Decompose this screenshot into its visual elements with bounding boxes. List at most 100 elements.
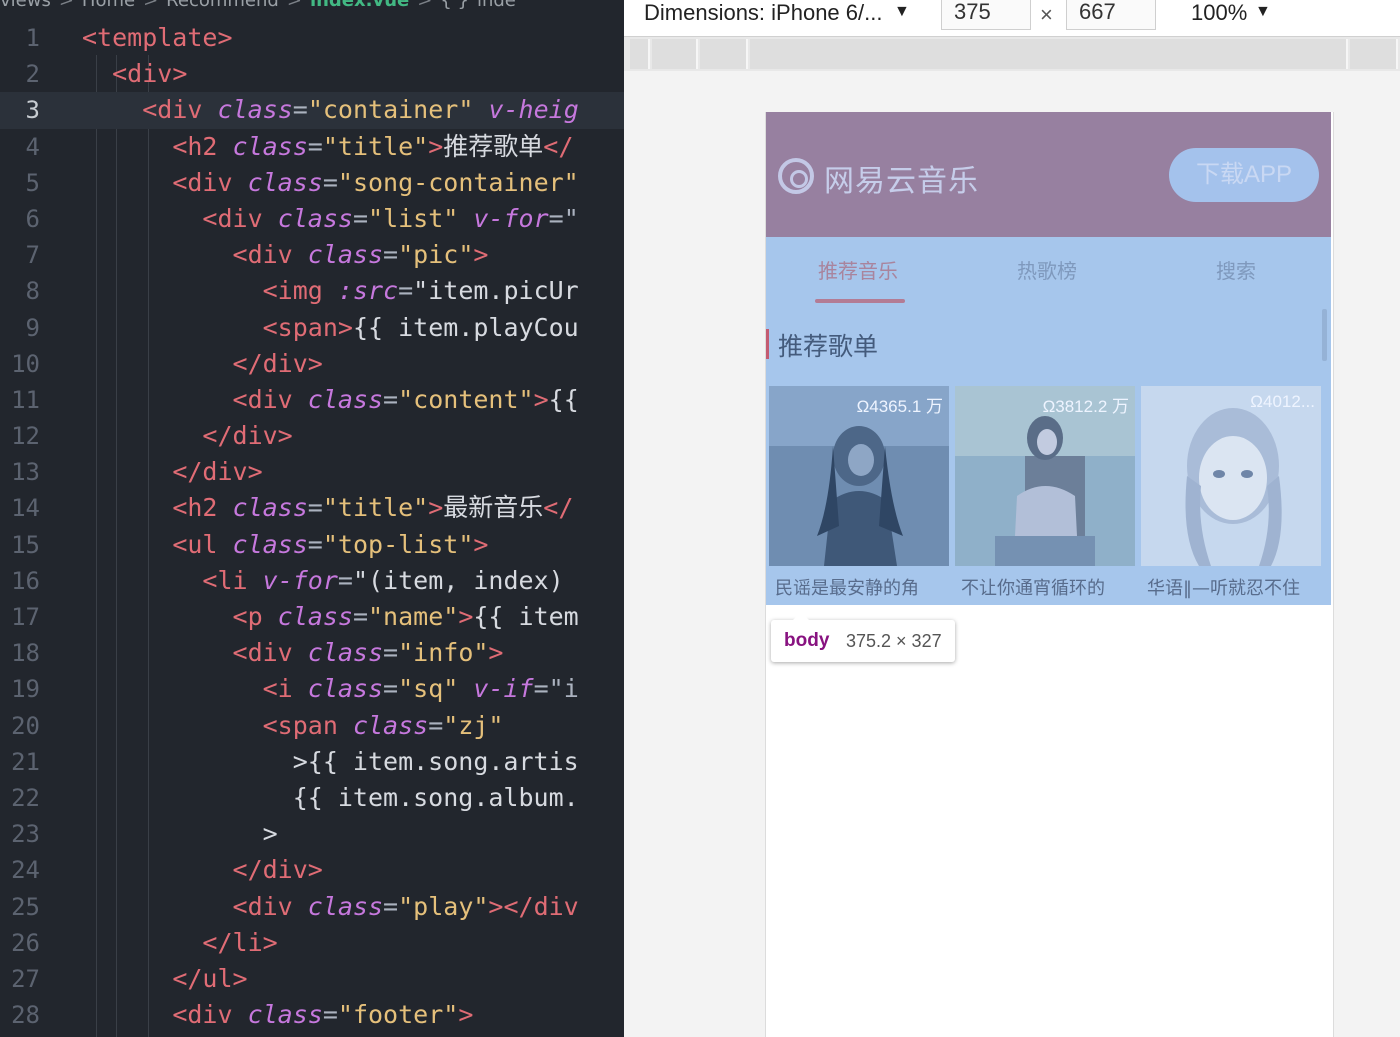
- code-text[interactable]: <p class="name">{{ item: [82, 599, 579, 635]
- code-text[interactable]: <div class="list" v-for=": [82, 201, 578, 237]
- code-text[interactable]: >{{ item.song.artis: [82, 744, 579, 780]
- code-text[interactable]: <ul class="top-list">: [82, 527, 488, 563]
- code-line[interactable]: 10 </div>: [0, 346, 624, 382]
- breadcrumb-separator: >: [143, 0, 159, 11]
- code-editor[interactable]: views > Home > Recommend > index.vue > { } inde 1…: [0, 0, 624, 1037]
- code-text[interactable]: <div class="song-container": [82, 165, 578, 201]
- code-line[interactable]: 9 <span>{{ item.playCou: [0, 310, 624, 346]
- code-line[interactable]: 16 <li v-for="(item, index): [0, 563, 624, 599]
- code-text[interactable]: <template>: [82, 20, 233, 56]
- code-text[interactable]: {{ item.song.album.: [82, 780, 579, 816]
- ruler-segment[interactable]: [750, 39, 1348, 69]
- code-line[interactable]: 27 </ul>: [0, 961, 624, 997]
- code-token: =: [307, 529, 323, 559]
- playlist-title[interactable]: 华语‖—听就忍不住: [1147, 574, 1321, 600]
- phone-viewport: 网易云音乐 下载APP 推荐音乐 热歌榜 搜索 推荐歌单 Ω4365.1 万 民…: [765, 112, 1334, 1037]
- code-text[interactable]: <li v-for="(item, index): [82, 563, 563, 599]
- scrollbar-thumb[interactable]: [1322, 309, 1327, 361]
- chevron-down-icon[interactable]: ▼: [894, 3, 910, 21]
- tab-search[interactable]: 搜索: [1216, 255, 1256, 284]
- breadcrumb: views > Home > Recommend > index.vue > { } inde: [0, 0, 624, 12]
- code-line[interactable]: 4 <h2 class="title">推荐歌单</: [0, 129, 624, 165]
- width-input[interactable]: 375: [941, 0, 1031, 30]
- code-text[interactable]: </div>: [82, 418, 293, 454]
- code-line[interactable]: 23 >: [0, 816, 624, 852]
- code-line[interactable]: 25 <div class="play"></div: [0, 889, 624, 925]
- code-text[interactable]: <div class="footer">: [82, 997, 473, 1033]
- code-line[interactable]: 13 </div>: [0, 454, 624, 490]
- code-line[interactable]: 21 >{{ item.song.artis: [0, 744, 624, 780]
- code-text[interactable]: <img :src="item.picUr: [82, 273, 579, 309]
- code-line[interactable]: 7 <div class="pic">: [0, 237, 624, 273]
- playlist-cover-image[interactable]: Ω4012...: [1141, 386, 1321, 566]
- ruler-segment[interactable]: [700, 39, 748, 69]
- code-text[interactable]: </ul>: [82, 961, 247, 997]
- code-line[interactable]: 6 <div class="list" v-for=": [0, 201, 624, 237]
- chevron-down-icon[interactable]: ▼: [1255, 3, 1271, 21]
- ruler-segment[interactable]: [630, 39, 650, 69]
- code-line[interactable]: 3 <div class="container" v-heig: [0, 92, 624, 129]
- code-line[interactable]: 22 {{ item.song.album.: [0, 780, 624, 816]
- brand-name: 网易云音乐: [824, 164, 979, 199]
- code-token: =: [428, 710, 444, 740]
- breadcrumb-item[interactable]: index.vue: [310, 0, 409, 11]
- code-text[interactable]: </div>: [82, 454, 262, 490]
- code-text[interactable]: <div class="container" v-heig: [82, 92, 579, 128]
- code-text[interactable]: <span class="zj": [82, 708, 504, 744]
- code-text[interactable]: </div>: [82, 852, 323, 888]
- code-line[interactable]: 26 </li>: [0, 925, 624, 961]
- code-text[interactable]: <i class="sq" v-if="i: [82, 671, 579, 707]
- dimensions-dropdown[interactable]: Dimensions: iPhone 6/...: [644, 0, 882, 26]
- playlist-title[interactable]: 民谣是最安静的角: [775, 574, 949, 600]
- code-text[interactable]: <h2 class="title">最新音乐</: [82, 490, 573, 526]
- code-line[interactable]: 12 </div>: [0, 418, 624, 454]
- code-line[interactable]: 28 <div class="footer">: [0, 997, 624, 1033]
- code-lines[interactable]: 1 <template> 2 <div> 3 <div class="containe…: [0, 20, 624, 1033]
- zoom-dropdown[interactable]: 100%: [1191, 0, 1247, 26]
- code-line[interactable]: 11 <div class="content">{{: [0, 382, 624, 418]
- code-line[interactable]: 17 <p class="name">{{ item: [0, 599, 624, 635]
- line-number: 3: [25, 96, 40, 125]
- code-line[interactable]: 20 <span class="zj": [0, 708, 624, 744]
- breadcrumb-item[interactable]: Recommend: [166, 0, 279, 11]
- code-line[interactable]: 19 <i class="sq" v-if="i: [0, 671, 624, 707]
- code-line[interactable]: 1 <template>: [0, 20, 624, 56]
- height-input[interactable]: 667: [1066, 0, 1156, 30]
- code-text[interactable]: >: [82, 816, 278, 852]
- code-text[interactable]: <div>: [82, 56, 187, 92]
- code-line[interactable]: 5 <div class="song-container": [0, 165, 624, 201]
- playlist-title[interactable]: 不让你通宵循环的: [961, 574, 1135, 600]
- code-line[interactable]: 14 <h2 class="title">最新音乐</: [0, 490, 624, 526]
- playlist-cover-image[interactable]: Ω4365.1 万: [769, 386, 949, 566]
- code-token: "title": [322, 131, 429, 161]
- code-line[interactable]: 8 <img :src="item.picUr: [0, 273, 624, 309]
- code-line[interactable]: 2 <div>: [0, 56, 624, 92]
- code-text[interactable]: </div>: [82, 346, 323, 382]
- download-app-button[interactable]: 下载APP: [1169, 148, 1319, 202]
- code-text[interactable]: <h2 class="title">推荐歌单</: [82, 129, 573, 165]
- media-query-ruler[interactable]: [624, 37, 1400, 71]
- code-text[interactable]: </li>: [82, 925, 277, 961]
- tab-recommend[interactable]: 推荐音乐: [818, 255, 898, 284]
- ruler-segment[interactable]: [1350, 39, 1398, 69]
- ruler-segment[interactable]: [652, 39, 698, 69]
- code-line[interactable]: 18 <div class="info">: [0, 635, 624, 671]
- code-token: </div>: [202, 421, 293, 451]
- breadcrumb-item[interactable]: inde: [477, 0, 516, 11]
- breadcrumb-item[interactable]: Home: [82, 0, 135, 11]
- code-text[interactable]: <div class="info">: [82, 635, 504, 671]
- breadcrumb-item[interactable]: { }: [440, 0, 469, 11]
- code-line[interactable]: 15 <ul class="top-list">: [0, 527, 624, 563]
- code-text[interactable]: <div class="content">{{: [82, 382, 579, 418]
- tab-hot-songs[interactable]: 热歌榜: [1017, 255, 1077, 284]
- playlist-cover-image[interactable]: Ω3812.2 万: [955, 386, 1135, 566]
- code-line[interactable]: 24 </div>: [0, 852, 624, 888]
- breadcrumb-item[interactable]: views: [0, 0, 51, 11]
- code-text[interactable]: <div class="pic">: [82, 237, 489, 273]
- code-text[interactable]: <span>{{ item.playCou: [82, 310, 579, 346]
- body-highlight-overlay: 推荐音乐 热歌榜 搜索 推荐歌单 Ω4365.1 万 民谣是最安静的角 Ω381…: [766, 237, 1331, 605]
- code-text[interactable]: <div class="play"></div: [82, 889, 579, 925]
